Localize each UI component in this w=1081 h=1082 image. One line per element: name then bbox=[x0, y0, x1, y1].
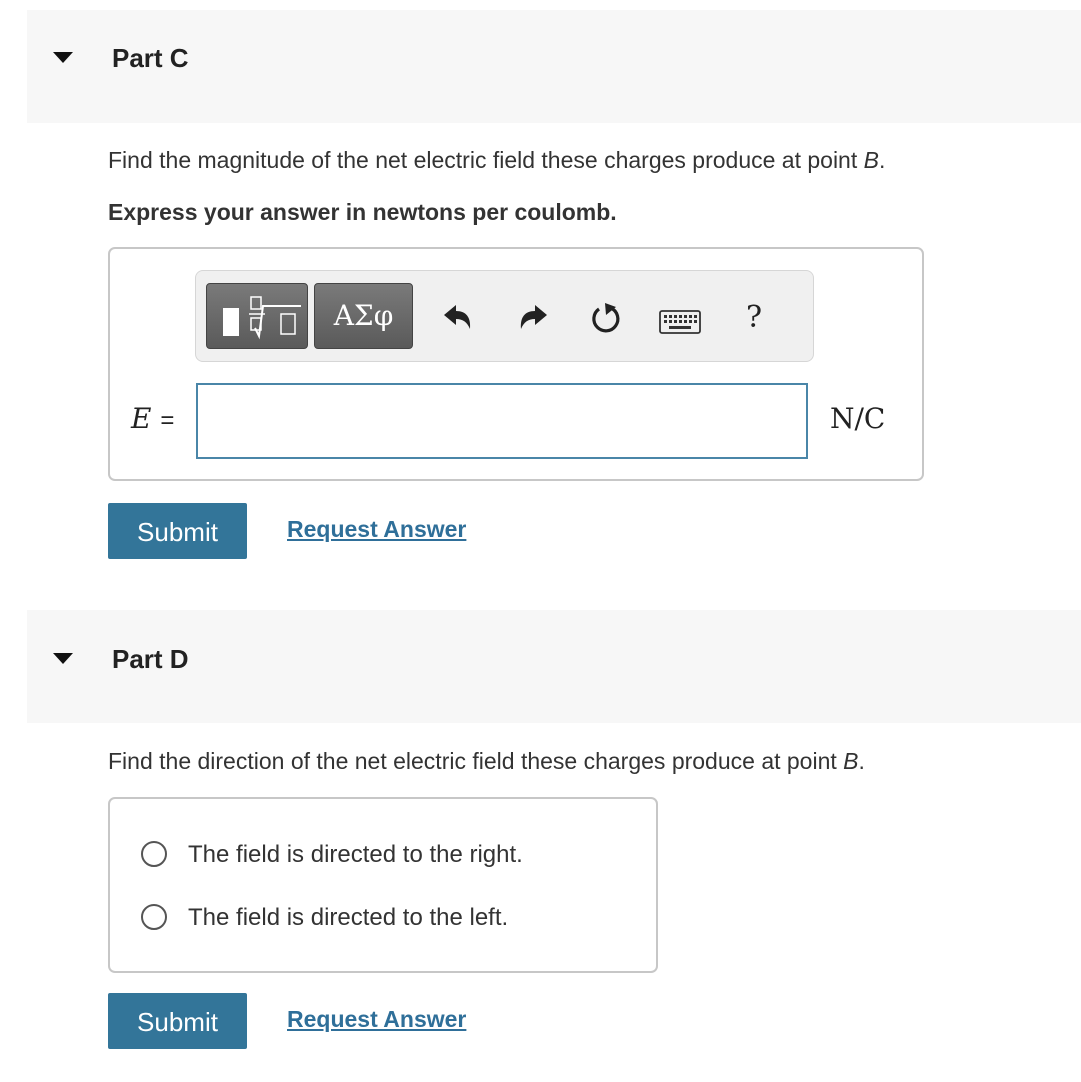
collapse-caret-icon[interactable] bbox=[53, 52, 73, 63]
templates-button[interactable] bbox=[206, 283, 308, 349]
choice-label-right[interactable]: The field is directed to the right. bbox=[188, 841, 523, 869]
redo-icon[interactable] bbox=[517, 303, 551, 333]
part-c-instruction: Express your answer in newtons per coulo… bbox=[108, 199, 617, 225]
choice-label-left[interactable]: The field is directed to the left. bbox=[188, 904, 508, 932]
submit-button[interactable]: Submit bbox=[108, 993, 247, 1049]
part-c-title: Part C bbox=[112, 43, 189, 73]
radio-right[interactable] bbox=[141, 841, 167, 867]
fraction-sqrt-icon bbox=[223, 296, 301, 340]
unit-label: N/C bbox=[830, 402, 886, 435]
radio-left[interactable] bbox=[141, 904, 167, 930]
submit-button[interactable]: Submit bbox=[108, 503, 247, 559]
part-d-title: Part D bbox=[112, 644, 189, 674]
collapse-caret-icon[interactable] bbox=[53, 653, 73, 664]
choice-box bbox=[108, 797, 658, 973]
keyboard-icon[interactable] bbox=[659, 310, 701, 334]
part-d-question: Find the direction of the net electric f… bbox=[108, 748, 865, 774]
undo-icon[interactable] bbox=[440, 303, 474, 333]
symbols-button[interactable]: ΑΣφ bbox=[314, 283, 413, 349]
symbols-label: ΑΣφ bbox=[333, 299, 394, 332]
answer-input[interactable] bbox=[196, 383, 808, 459]
request-answer-link[interactable]: Request Answer bbox=[287, 516, 466, 543]
request-answer-link[interactable]: Request Answer bbox=[287, 1006, 466, 1033]
part-c-question: Find the magnitude of the net electric f… bbox=[108, 147, 886, 173]
reset-icon[interactable] bbox=[588, 301, 624, 337]
variable-label: E = bbox=[131, 402, 175, 435]
help-button[interactable]: ? bbox=[746, 300, 762, 335]
